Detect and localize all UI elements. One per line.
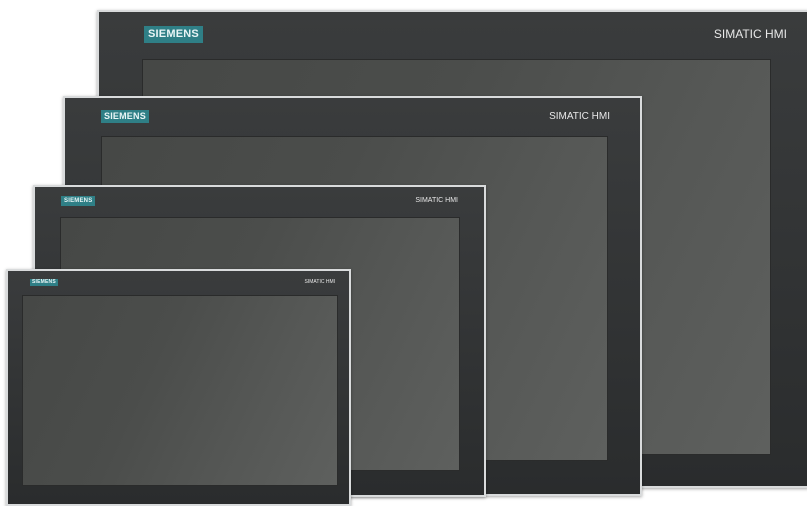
model-label: SIMATIC HMI bbox=[713, 27, 787, 41]
siemens-logo: SIEMENS bbox=[144, 26, 203, 43]
siemens-logo: SIEMENS bbox=[101, 110, 149, 123]
hmi-panel-small: SIEMENS SIMATIC HMI bbox=[6, 269, 351, 506]
panel-screen bbox=[22, 295, 338, 486]
siemens-logo: SIEMENS bbox=[61, 196, 96, 206]
model-label: SIMATIC HMI bbox=[415, 197, 458, 204]
siemens-logo: SIEMENS bbox=[30, 279, 58, 286]
model-label: SIMATIC HMI bbox=[549, 111, 610, 122]
model-label: SIMATIC HMI bbox=[304, 279, 335, 285]
hmi-panels-image: e SIEMENS SIMATIC HMI SIEMENS SIMATIC HM… bbox=[0, 0, 807, 506]
